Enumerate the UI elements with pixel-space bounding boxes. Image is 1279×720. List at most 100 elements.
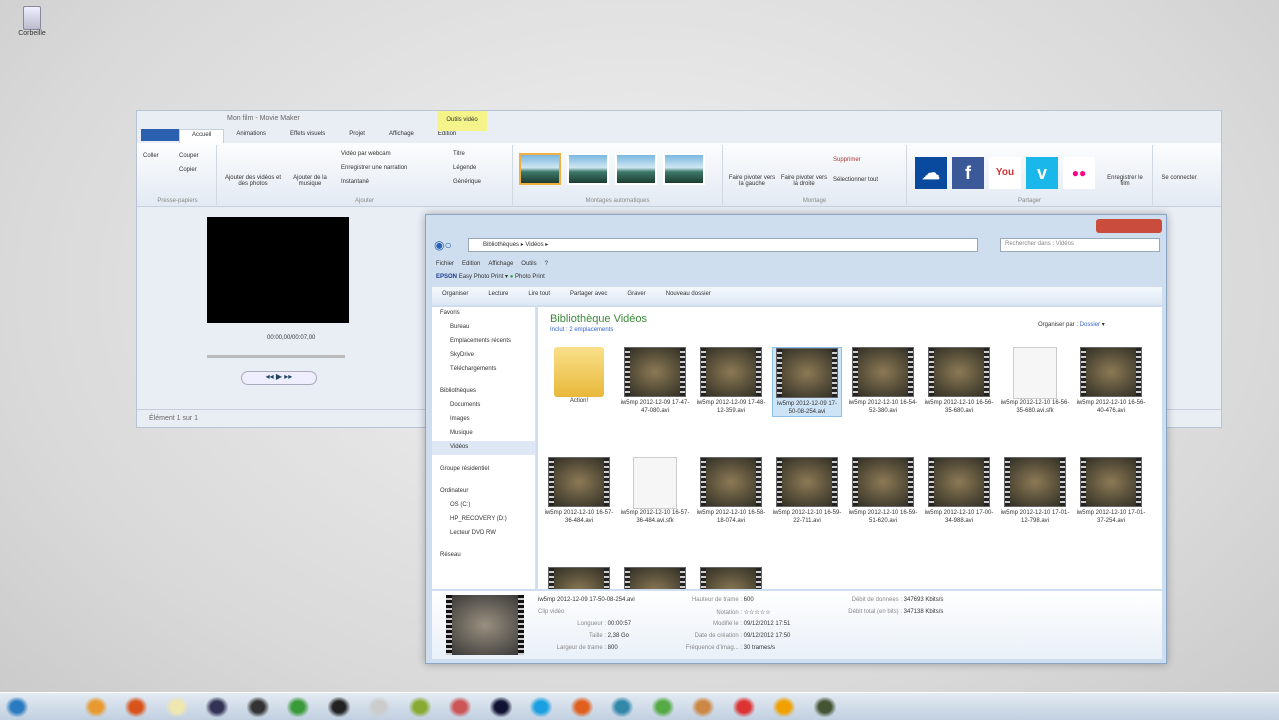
start-icon[interactable] — [6, 697, 28, 717]
app3-icon[interactable] — [611, 697, 633, 717]
tab-effets[interactable]: Effets visuels — [278, 129, 337, 143]
app5-icon[interactable] — [732, 697, 755, 717]
nav-item[interactable]: Emplacements récents — [432, 335, 535, 349]
file-menu-button[interactable] — [141, 129, 179, 141]
easy-photo-print[interactable]: Easy Photo Print — [459, 274, 504, 280]
sign-in-button[interactable]: Se connecter — [1159, 175, 1199, 181]
minecraft-icon[interactable] — [651, 697, 674, 717]
file-item[interactable]: iw5mp 2012-12-10 16-58-18-074.avi — [696, 457, 766, 525]
webcam-button[interactable]: Vidéo par webcam — [341, 151, 391, 157]
menu-affichage[interactable]: Affichage — [488, 261, 513, 267]
automovie-theme[interactable] — [663, 153, 705, 185]
menu-fichier[interactable]: Fichier — [436, 261, 454, 267]
save-movie-button[interactable]: Enregistrer le film — [1103, 175, 1147, 187]
folder-item[interactable]: Action! — [544, 347, 614, 405]
file-item[interactable]: iw5mp 2012-12-10 17-01-37-254.avi — [1076, 457, 1146, 525]
file-item[interactable]: iw5mp 2012-12-10 16-59-51-620.avi — [848, 457, 918, 525]
cut-button[interactable]: Couper — [179, 153, 199, 159]
firefox-icon[interactable] — [125, 697, 147, 717]
nav-item[interactable]: SkyDrive — [432, 349, 535, 363]
delete-button[interactable]: Supprimer — [833, 157, 861, 163]
rotate-left-button[interactable]: Faire pivoter vers la gauche — [727, 175, 777, 187]
file-item[interactable]: iw5mp 2012-12-09 17-50-08-254.avi — [772, 347, 842, 417]
skydrive-icon[interactable]: ☁ — [915, 157, 947, 189]
copy-button[interactable]: Copier — [179, 167, 197, 173]
pen-icon[interactable] — [449, 697, 471, 717]
file-item[interactable]: iw5mp 2012-12-10 16-59-22-711.avi — [772, 457, 842, 525]
file-item[interactable]: iw5mp 2012-12-10 16-54-52-380.avi — [848, 347, 918, 415]
notepad-icon[interactable] — [368, 697, 390, 717]
automovie-theme[interactable] — [519, 153, 561, 185]
arrange-dropdown[interactable]: Dossier — [1080, 322, 1100, 328]
narration-button[interactable]: Enregistrer une narration — [341, 165, 407, 171]
video-preview[interactable] — [207, 217, 349, 323]
app6-icon[interactable] — [813, 697, 836, 717]
play-all-button[interactable]: Lire tout — [528, 291, 550, 301]
tab-accueil[interactable]: Accueil — [179, 129, 225, 143]
file-item[interactable]: iw5mp 2012-12-10 17-01-12-798.avi — [1000, 457, 1070, 525]
nav-item[interactable]: Bureau — [432, 321, 535, 335]
search-input[interactable]: Rechercher dans : Vidéos — [1000, 238, 1160, 252]
nav-item[interactable]: HP_RECOVERY (D:) — [432, 513, 535, 527]
file-item[interactable]: iw5mp 2012-12-10 16-56-35-680.avi.sfk — [1000, 347, 1070, 415]
nav-item[interactable]: Bibliothèques — [432, 385, 535, 399]
nav-item[interactable]: Réseau — [432, 549, 535, 563]
breadcrumb-videos[interactable]: Vidéos — [525, 242, 543, 248]
flickr-icon[interactable]: ●● — [1063, 157, 1095, 189]
file-item[interactable]: iw5mp 2012-12-09 17-48-12-359.avi — [696, 347, 766, 415]
file-item[interactable]: iw5mp 2012-12-09 17-47-47-080.avi — [620, 347, 690, 415]
skype-icon[interactable] — [530, 697, 552, 717]
seek-slider[interactable] — [207, 355, 345, 358]
new-folder-button[interactable]: Nouveau dossier — [666, 291, 711, 301]
library-locations[interactable]: Inclut : 2 emplacements — [550, 327, 613, 333]
tab-animations[interactable]: Animations — [224, 129, 278, 143]
nav-item[interactable]: Favoris — [432, 307, 535, 321]
media-player-icon[interactable] — [84, 697, 107, 717]
tab-projet[interactable]: Projet — [337, 129, 377, 143]
credits-button[interactable]: Générique — [453, 179, 481, 185]
menu-help[interactable]: ? — [545, 261, 548, 267]
title-button[interactable]: Titre — [453, 151, 465, 157]
add-music-button[interactable]: Ajouter de la musique — [285, 175, 335, 187]
steam-icon[interactable] — [246, 697, 269, 717]
burn-button[interactable]: Graver — [627, 291, 645, 301]
paste-button[interactable]: Coller — [143, 153, 159, 159]
file-item[interactable] — [620, 567, 690, 589]
nav-item[interactable]: Images — [432, 413, 535, 427]
nav-item[interactable]: OS (C:) — [432, 499, 535, 513]
youtube-icon[interactable]: You — [989, 157, 1021, 189]
play-button[interactable]: Lecture — [488, 291, 508, 301]
nav-item[interactable]: Téléchargements — [432, 363, 535, 377]
recycle-bin-icon[interactable]: Corbeille — [14, 6, 50, 37]
back-forward-buttons[interactable]: ◉○ — [434, 238, 464, 252]
file-item[interactable] — [544, 567, 614, 589]
caption-button[interactable]: Légende — [453, 165, 476, 171]
nav-item[interactable]: Ordinateur — [432, 485, 535, 499]
explorer-icon[interactable] — [165, 697, 188, 717]
nav-item[interactable]: Musique — [432, 427, 535, 441]
select-all-button[interactable]: Sélectionner tout — [833, 177, 878, 183]
nav-item[interactable]: Vidéos — [432, 441, 535, 455]
organize-button[interactable]: Organiser — [442, 291, 468, 301]
snapshot-button[interactable]: Instantané — [341, 179, 369, 185]
rotate-right-button[interactable]: Faire pivoter vers la droite — [779, 175, 829, 187]
tab-affichage[interactable]: Affichage — [377, 129, 426, 143]
add-videos-button[interactable]: Ajouter des vidéos et des photos — [223, 175, 283, 187]
facebook-icon[interactable]: f — [952, 157, 984, 189]
tab-edition[interactable]: Edition — [426, 129, 468, 143]
window-controls[interactable] — [1096, 219, 1162, 233]
file-item[interactable]: iw5mp 2012-12-10 16-57-36-484.avi — [544, 457, 614, 525]
address-bar[interactable]: Bibliothèques ▸ Vidéos ▸ — [468, 238, 978, 252]
file-item[interactable]: iw5mp 2012-12-10 16-56-40-476.avi — [1076, 347, 1146, 415]
vlc-icon[interactable] — [773, 697, 795, 717]
automovie-theme[interactable] — [615, 153, 657, 185]
photo-print[interactable]: Photo Print — [515, 274, 545, 280]
automovie-theme[interactable] — [567, 153, 609, 185]
app-icon[interactable] — [408, 697, 431, 717]
play-button[interactable]: ◂◂ ▶ ▸▸ — [241, 371, 317, 385]
app4-icon[interactable] — [692, 697, 714, 717]
browser-icon[interactable] — [206, 697, 228, 717]
share-with-button[interactable]: Partager avec — [570, 291, 607, 301]
game-icon[interactable] — [327, 697, 350, 717]
nav-item[interactable]: Documents — [432, 399, 535, 413]
